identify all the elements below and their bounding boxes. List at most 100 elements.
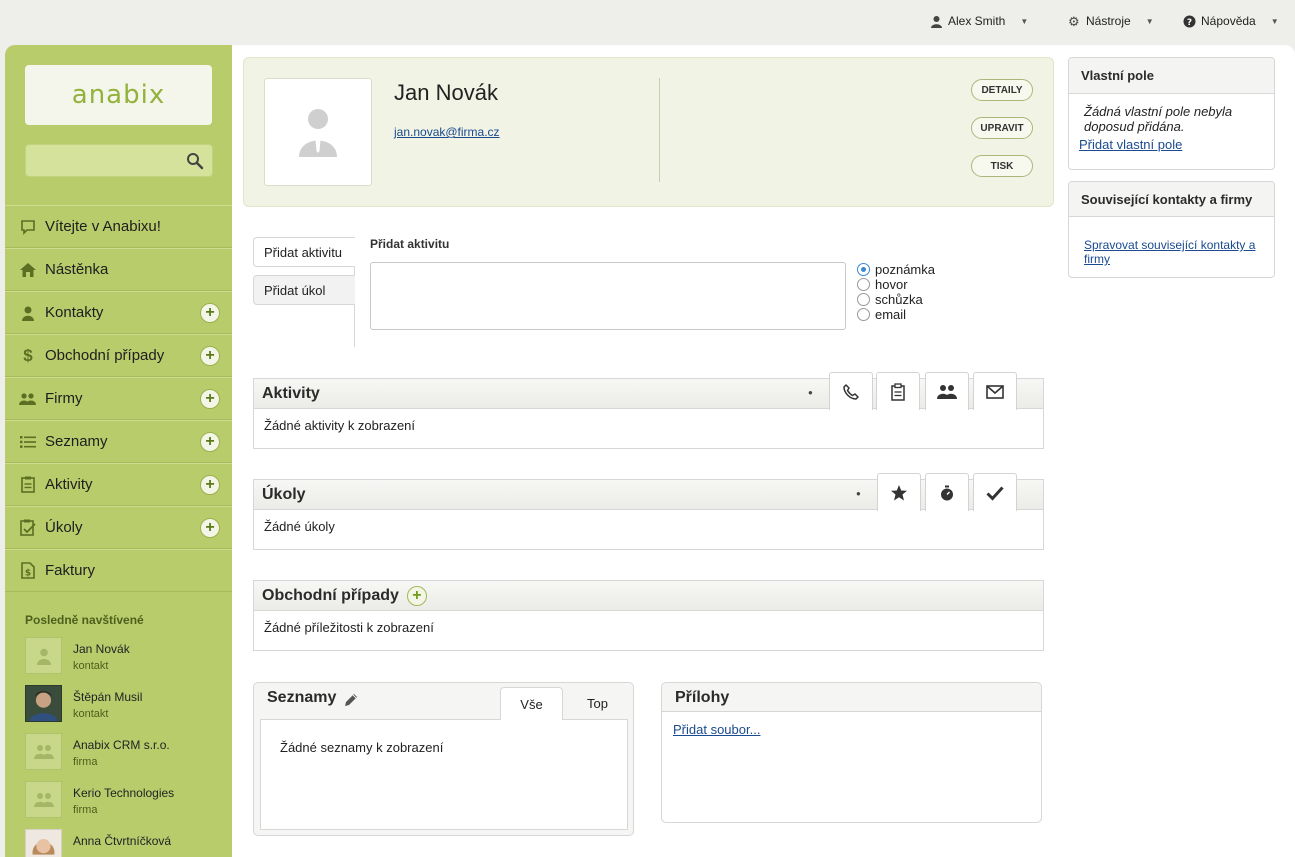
tab-add-task[interactable]: Přidat úkol <box>253 275 355 305</box>
sidebar-nav: Vítejte v Anabixu! Nástěnka Kontakty + $… <box>5 205 232 592</box>
section-title: Obchodní případy <box>262 586 399 604</box>
manage-related-link[interactable]: Spravovat související kontakty a firmy <box>1069 217 1274 266</box>
recent-name: Štěpán Musil <box>73 690 143 704</box>
sidebar-item-label: Úkoly <box>45 519 83 536</box>
contact-photo[interactable] <box>264 78 372 186</box>
sidebar-item-label: Vítejte v Anabixu! <box>45 218 161 235</box>
recent-name: Anabix CRM s.r.o. <box>73 738 170 752</box>
contact-email-link[interactable]: jan.novak@firma.cz <box>394 125 500 139</box>
radio-button[interactable] <box>857 278 870 291</box>
radio-email[interactable]: email <box>857 307 935 322</box>
company-avatar-icon <box>25 733 62 770</box>
dot-icon: ● <box>808 388 813 397</box>
company-avatar-icon <box>25 781 62 818</box>
add-deal-button[interactable]: + <box>406 585 427 606</box>
section-title: Aktivity <box>262 384 320 402</box>
contact-header: Jan Novák jan.novak@firma.cz DETAILY UPR… <box>243 57 1054 207</box>
related-box: Související kontakty a firmy Spravovat s… <box>1068 181 1275 278</box>
help-menu[interactable]: ? Nápověda ▼ <box>1183 14 1279 28</box>
recent-item[interactable]: Štěpán Musil kontakt <box>25 685 225 733</box>
sidebar-item-companies[interactable]: Firmy + <box>5 377 232 420</box>
add-deal-button[interactable]: + <box>200 346 220 366</box>
tab-all[interactable]: Vše <box>500 687 563 720</box>
lists-content: Žádné seznamy k zobrazení <box>260 719 628 830</box>
sidebar-item-welcome[interactable]: Vítejte v Anabixu! <box>5 205 232 248</box>
add-activity-button[interactable]: + <box>200 475 220 495</box>
radio-label: schůzka <box>875 292 923 307</box>
help-label: Nápověda <box>1201 14 1256 28</box>
check-icon[interactable] <box>973 473 1017 511</box>
tools-menu[interactable]: ⚙ Nástroje ▼ <box>1068 14 1154 28</box>
recent-type: kontakt <box>73 708 109 720</box>
custom-fields-empty: Žádná vlastní pole nebyla doposud přidán… <box>1084 104 1233 134</box>
activity-textarea[interactable] <box>370 262 846 330</box>
radio-button[interactable] <box>857 308 870 321</box>
recent-name: Jan Novák <box>73 642 130 656</box>
user-icon <box>931 15 942 28</box>
help-icon: ? <box>1183 15 1196 28</box>
radio-note[interactable]: poznámka <box>857 262 935 277</box>
custom-fields-box: Vlastní pole Žádná vlastní pole nebyla d… <box>1068 57 1275 170</box>
custom-fields-title: Vlastní pole <box>1069 58 1274 94</box>
top-bar: Alex Smith ▼ ⚙ Nástroje ▼ ? Nápověda ▼ <box>0 0 1295 44</box>
svg-text:$: $ <box>25 569 31 579</box>
sidebar-item-activities[interactable]: Aktivity + <box>5 463 232 506</box>
recent-type: firma <box>73 804 98 816</box>
section-title: Úkoly <box>262 485 306 503</box>
radio-button[interactable] <box>857 293 870 306</box>
recent-item[interactable]: Kerio Technologies firma <box>25 781 225 829</box>
task-icon <box>19 519 37 537</box>
clipboard-icon[interactable] <box>876 372 920 410</box>
radio-button[interactable] <box>857 263 870 276</box>
timer-icon[interactable] <box>925 473 969 511</box>
radio-meeting[interactable]: schůzka <box>857 292 935 307</box>
add-file-link[interactable]: Přidat soubor... <box>673 722 760 737</box>
recent-item[interactable]: Anabix CRM s.r.o. firma <box>25 733 225 781</box>
phone-icon[interactable] <box>829 372 873 410</box>
person-placeholder-icon <box>299 109 337 157</box>
user-menu[interactable]: Alex Smith ▼ <box>930 14 1028 28</box>
search-icon[interactable] <box>186 152 204 170</box>
tab-top[interactable]: Top <box>566 687 629 720</box>
user-name: Alex Smith <box>948 14 1006 28</box>
print-button[interactable]: TISK <box>971 155 1033 177</box>
meeting-icon[interactable] <box>925 372 969 410</box>
recent-item[interactable]: Jan Novák kontakt <box>25 637 225 685</box>
add-list-button[interactable]: + <box>200 432 220 452</box>
logo[interactable]: anabix <box>25 65 212 125</box>
svg-text:?: ? <box>1187 18 1192 28</box>
recent-list: Jan Novák kontakt Štěpán Musil kontakt Ana… <box>25 637 225 857</box>
add-contact-button[interactable]: + <box>200 303 220 323</box>
logo-text: anabix <box>71 80 166 110</box>
recent-title: Posledně navštívené <box>25 613 144 627</box>
radio-call[interactable]: hovor <box>857 277 935 292</box>
add-custom-field-link[interactable]: Přidat vlastní pole <box>1069 134 1274 155</box>
details-button[interactable]: DETAILY <box>971 79 1033 101</box>
tasks-empty: Žádné úkoly <box>264 519 335 534</box>
activity-type-radios: poznámka hovor schůzka email <box>857 262 935 322</box>
search-input[interactable] <box>25 144 213 177</box>
sidebar-item-deals[interactable]: $ Obchodní případy + <box>5 334 232 377</box>
tab-add-activity[interactable]: Přidat aktivitu <box>253 237 355 267</box>
add-task-button[interactable]: + <box>200 518 220 538</box>
star-icon[interactable] <box>877 473 921 511</box>
recent-type: kontakt <box>73 660 109 672</box>
recent-name: Kerio Technologies <box>73 786 175 800</box>
lists-box: Seznamy Vše Top Žádné seznamy k zobrazen… <box>253 682 634 836</box>
sidebar-item-dashboard[interactable]: Nástěnka <box>5 248 232 291</box>
radio-label: poznámka <box>875 262 935 277</box>
caret-down-icon: ▼ <box>1020 16 1029 26</box>
sidebar-item-invoices[interactable]: $ Faktury <box>5 549 232 592</box>
sidebar-item-tasks[interactable]: Úkoly + <box>5 506 232 549</box>
add-company-button[interactable]: + <box>200 389 220 409</box>
activities-section: Aktivity Žádné aktivity k zobrazení ● <box>253 372 1044 449</box>
person-icon <box>19 304 37 322</box>
sidebar-item-contacts[interactable]: Kontakty + <box>5 291 232 334</box>
edit-button[interactable]: UPRAVIT <box>971 117 1033 139</box>
pencil-icon[interactable] <box>343 692 359 708</box>
recent-item[interactable]: Anna Čtvrtníčková <box>25 829 225 857</box>
recent-type: firma <box>73 756 98 768</box>
envelope-icon[interactable] <box>973 372 1017 410</box>
sidebar-item-lists[interactable]: Seznamy + <box>5 420 232 463</box>
list-icon <box>19 433 37 451</box>
